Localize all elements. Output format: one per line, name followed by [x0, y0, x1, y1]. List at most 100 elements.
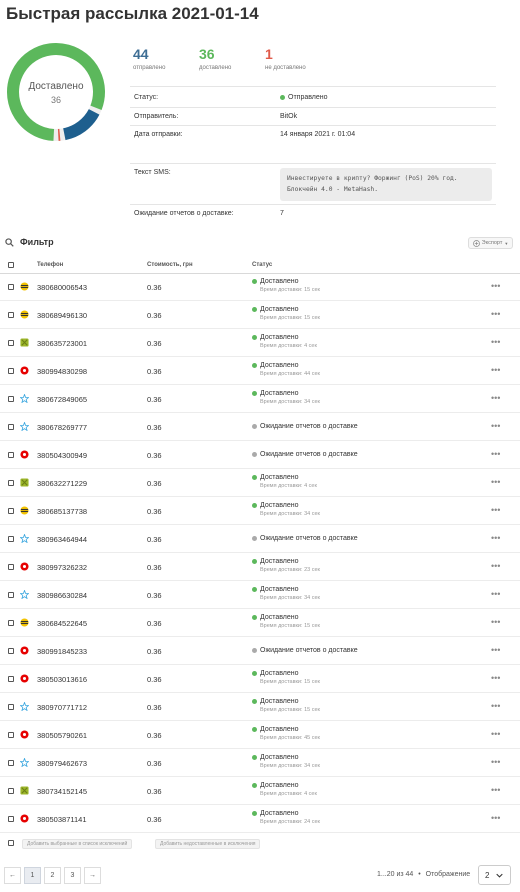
- row-phone: 380632271229: [37, 479, 88, 488]
- row-delivery-time: Время доставки: 4 сек: [260, 791, 317, 797]
- row-checkbox[interactable]: [8, 508, 14, 514]
- row-cost: 0.36: [147, 731, 162, 740]
- row-phone: 380680006543: [37, 283, 88, 292]
- bulk-select-checkbox[interactable]: [8, 840, 14, 846]
- row-checkbox[interactable]: [8, 480, 14, 486]
- status-dot: [252, 586, 257, 592]
- add-selected-to-exclusions-button[interactable]: Добавить выбранные в список исключений: [22, 839, 133, 849]
- more-options-icon[interactable]: •••: [491, 729, 500, 739]
- row-delivery-time: Время доставки: 15 сек: [260, 679, 320, 685]
- row-status: Ожидание отчетов о доставке: [252, 647, 358, 654]
- row-checkbox[interactable]: [8, 732, 14, 738]
- row-checkbox[interactable]: [8, 396, 14, 402]
- status-label: Статус:: [134, 94, 159, 101]
- pagination-page-1[interactable]: 1: [24, 867, 41, 884]
- donut-value: 36: [51, 95, 61, 105]
- row-status-text: Ожидание отчетов о доставке: [260, 647, 358, 654]
- more-options-icon[interactable]: •••: [491, 645, 500, 655]
- row-status-text: Доставлено: [260, 810, 299, 817]
- row-status: Доставлено Время доставки: 15 сек: [252, 278, 320, 293]
- more-options-icon[interactable]: •••: [491, 449, 500, 459]
- kyivstar-icon: [20, 506, 29, 515]
- more-options-icon[interactable]: •••: [491, 281, 500, 291]
- more-options-icon[interactable]: •••: [491, 421, 500, 431]
- row-cost: 0.36: [147, 535, 162, 544]
- row-phone: 380504300949: [37, 451, 88, 460]
- row-cost: 0.36: [147, 283, 162, 292]
- more-options-icon[interactable]: •••: [491, 365, 500, 375]
- add-undelivered-to-exclusions-button[interactable]: Добавить недоставленные в исключения: [155, 839, 261, 849]
- status-value-text: Отправлено: [288, 94, 328, 101]
- row-delivery-time: Время доставки: 15 сек: [260, 623, 320, 629]
- row-checkbox[interactable]: [8, 424, 14, 430]
- filter-toggle[interactable]: Фильтр: [5, 237, 54, 247]
- row-checkbox[interactable]: [8, 788, 14, 794]
- row-checkbox[interactable]: [8, 340, 14, 346]
- row-checkbox[interactable]: [8, 452, 14, 458]
- more-options-icon[interactable]: •••: [491, 505, 500, 515]
- more-options-icon[interactable]: •••: [491, 393, 500, 403]
- row-cost: 0.36: [147, 339, 162, 348]
- row-checkbox[interactable]: [8, 368, 14, 374]
- row-cost: 0.36: [147, 815, 162, 824]
- status-dot: [252, 334, 257, 340]
- row-delivery-time: Время доставки: 34 сек: [260, 511, 320, 517]
- more-options-icon[interactable]: •••: [491, 673, 500, 683]
- more-options-icon[interactable]: •••: [491, 561, 500, 571]
- row-phone: 380503013616: [37, 675, 88, 684]
- stat-sent-label: отправлено: [133, 65, 166, 71]
- stat-sent-value: 44: [133, 46, 149, 62]
- row-status-text: Доставлено: [260, 782, 299, 789]
- more-options-icon[interactable]: •••: [491, 757, 500, 767]
- pagination-page-2[interactable]: 2: [44, 867, 61, 884]
- lifecell-icon: [20, 786, 29, 795]
- table-row: 380963464944 0.36 Ожидание отчетов о доста…: [0, 525, 520, 553]
- pagination-next-button[interactable]: →: [84, 867, 101, 884]
- select-all-checkbox[interactable]: [8, 262, 14, 268]
- row-checkbox[interactable]: [8, 284, 14, 290]
- status-dot: [252, 698, 257, 704]
- more-options-icon[interactable]: •••: [491, 477, 500, 487]
- per-page-select[interactable]: 2: [478, 865, 511, 885]
- row-checkbox[interactable]: [8, 312, 14, 318]
- row-checkbox[interactable]: [8, 592, 14, 598]
- more-options-icon[interactable]: •••: [491, 617, 500, 627]
- row-status: Ожидание отчетов о доставке: [252, 451, 358, 458]
- more-options-icon[interactable]: •••: [491, 785, 500, 795]
- more-options-icon[interactable]: •••: [491, 589, 500, 599]
- row-cost: 0.36: [147, 479, 162, 488]
- row-checkbox[interactable]: [8, 760, 14, 766]
- row-checkbox[interactable]: [8, 676, 14, 682]
- pagination-page-3[interactable]: 3: [64, 867, 81, 884]
- row-cost: 0.36: [147, 647, 162, 656]
- status-dot: [252, 754, 257, 760]
- search-icon: [5, 237, 14, 247]
- divider: [130, 125, 496, 126]
- row-checkbox[interactable]: [8, 648, 14, 654]
- kyivstar-icon: [20, 310, 29, 319]
- chevron-down-icon: [496, 873, 504, 878]
- export-button[interactable]: Экспорт ▼: [468, 237, 513, 249]
- more-options-icon[interactable]: •••: [491, 337, 500, 347]
- pagination-prev-button[interactable]: ←: [4, 867, 21, 884]
- kyivstar-icon: [20, 282, 29, 291]
- table-row: 380734152145 0.36 Доставлено Время доставки…: [0, 777, 520, 805]
- vodafone-icon: [20, 730, 29, 739]
- table-row: 380678269777 0.36 Ожидание отчетов о доста…: [0, 413, 520, 441]
- more-options-icon[interactable]: •••: [491, 309, 500, 319]
- row-checkbox[interactable]: [8, 816, 14, 822]
- row-checkbox[interactable]: [8, 536, 14, 542]
- more-options-icon[interactable]: •••: [491, 701, 500, 711]
- more-options-icon[interactable]: •••: [491, 813, 500, 823]
- row-cost: 0.36: [147, 423, 162, 432]
- row-checkbox[interactable]: [8, 564, 14, 570]
- table-row: 380994830298 0.36 Доставлено Время доставки…: [0, 357, 520, 385]
- table-row: 380635723001 0.36 Доставлено Время доставки…: [0, 329, 520, 357]
- row-cost: 0.36: [147, 619, 162, 628]
- more-options-icon[interactable]: •••: [491, 533, 500, 543]
- row-checkbox[interactable]: [8, 620, 14, 626]
- status-dot: [252, 670, 257, 676]
- row-status-text: Ожидание отчетов о доставке: [260, 423, 358, 430]
- row-checkbox[interactable]: [8, 704, 14, 710]
- column-header-status: Статус: [252, 262, 273, 268]
